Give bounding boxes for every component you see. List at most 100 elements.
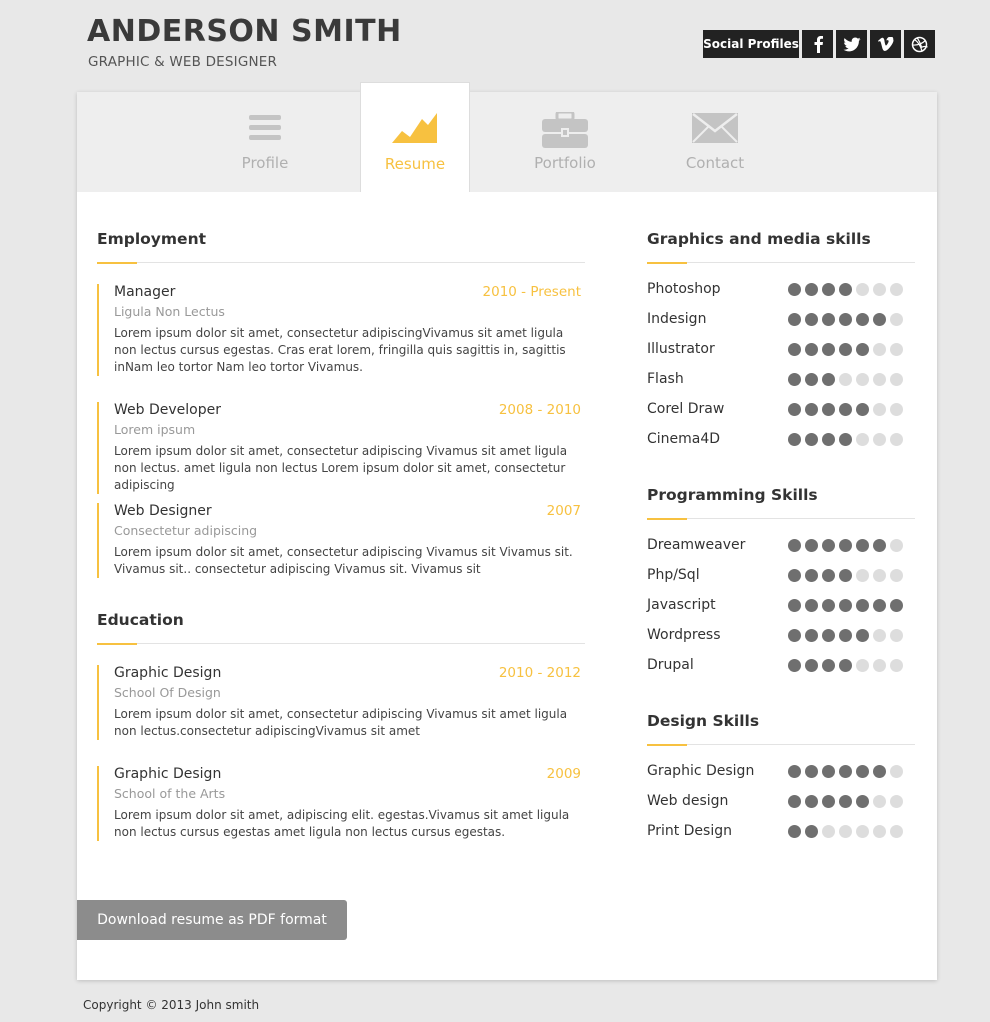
tab-contact[interactable]: Contact — [660, 92, 770, 192]
tab-resume[interactable]: Resume — [360, 82, 470, 192]
rating-dot-filled — [839, 403, 852, 416]
rating-dot-empty — [873, 659, 886, 672]
rating-dot-filled — [856, 539, 869, 552]
rating-dot-filled — [839, 629, 852, 642]
rating-dot-filled — [805, 539, 818, 552]
rating-dot-filled — [839, 765, 852, 778]
skill-rating — [788, 659, 903, 672]
tab-profile[interactable]: Profile — [210, 92, 320, 192]
vimeo-icon[interactable] — [870, 30, 901, 58]
rating-dot-filled — [822, 659, 835, 672]
skill-row: Photoshop — [647, 281, 917, 301]
skill-row: Drupal — [647, 657, 917, 677]
skill-name: Dreamweaver — [647, 537, 746, 553]
skill-row: Print Design — [647, 823, 917, 843]
skill-row: Javascript — [647, 597, 917, 617]
rating-dot-filled — [839, 599, 852, 612]
rating-dot-filled — [822, 373, 835, 386]
skill-rating — [788, 599, 903, 612]
rating-dot-empty — [873, 403, 886, 416]
rating-dot-filled — [839, 433, 852, 446]
rating-dot-filled — [788, 343, 801, 356]
rating-dot-filled — [822, 433, 835, 446]
skill-name: Print Design — [647, 823, 732, 839]
skill-rating — [788, 373, 903, 386]
rating-dot-filled — [822, 313, 835, 326]
skill-name: Illustrator — [647, 341, 715, 357]
rating-dot-empty — [856, 825, 869, 838]
skill-rating — [788, 765, 903, 778]
skill-row: Corel Draw — [647, 401, 917, 421]
skill-rating — [788, 795, 903, 808]
main-nav: Profile Resume Portfolio Contact — [77, 82, 937, 192]
rating-dot-filled — [822, 403, 835, 416]
entry-desc: Lorem ipsum dolor sit amet, consectetur … — [114, 545, 573, 576]
header-title: GRAPHIC & WEB DESIGNER — [88, 54, 278, 70]
entry-desc: Lorem ipsum dolor sit amet, consectetur … — [114, 444, 568, 492]
entry-period: 2010 - Present — [482, 284, 581, 300]
skill-row: Php/Sql — [647, 567, 917, 587]
employment-entry: Web Developer 2008 - 2010 Lorem ipsum Lo… — [97, 402, 585, 494]
rating-dot-filled — [873, 599, 886, 612]
rating-dot-filled — [873, 313, 886, 326]
skill-row: Cinema4D — [647, 431, 917, 451]
rating-dot-empty — [839, 373, 852, 386]
rating-dot-empty — [873, 343, 886, 356]
rating-dot-filled — [788, 569, 801, 582]
skill-name: Flash — [647, 371, 684, 387]
rating-dot-filled — [839, 283, 852, 296]
skill-row: Dreamweaver — [647, 537, 917, 557]
rating-dot-empty — [856, 569, 869, 582]
skill-name: Drupal — [647, 657, 694, 673]
rating-dot-filled — [890, 599, 903, 612]
facebook-icon[interactable] — [802, 30, 833, 58]
rating-dot-filled — [805, 599, 818, 612]
entry-period: 2010 - 2012 — [498, 665, 581, 681]
tab-portfolio[interactable]: Portfolio — [510, 92, 620, 192]
rating-dot-filled — [788, 539, 801, 552]
employment-title: Employment — [97, 230, 207, 248]
header-name: ANDERSON SMITH — [87, 14, 402, 49]
rating-dot-filled — [856, 765, 869, 778]
skills-group-title: Design Skills — [647, 712, 760, 730]
twitter-icon[interactable] — [836, 30, 867, 58]
skill-rating — [788, 569, 903, 582]
skills-divider — [647, 262, 915, 264]
rating-dot-empty — [890, 569, 903, 582]
rating-dot-filled — [856, 795, 869, 808]
rating-dot-empty — [873, 825, 886, 838]
rating-dot-empty — [890, 795, 903, 808]
entry-desc: Lorem ipsum dolor sit amet, consectetur … — [114, 326, 566, 374]
rating-dot-empty — [873, 373, 886, 386]
footer-copyright: Copyright © 2013 John smith — [83, 998, 260, 1012]
skill-row: Indesign — [647, 311, 917, 331]
rating-dot-filled — [788, 599, 801, 612]
rating-dot-filled — [805, 343, 818, 356]
rating-dot-filled — [822, 283, 835, 296]
rating-dot-filled — [788, 403, 801, 416]
tab-portfolio-label: Portfolio — [534, 154, 596, 172]
skill-name: Graphic Design — [647, 763, 755, 779]
rating-dot-filled — [805, 283, 818, 296]
rating-dot-empty — [873, 283, 886, 296]
rating-dot-filled — [839, 659, 852, 672]
skill-rating — [788, 403, 903, 416]
rating-dot-empty — [890, 539, 903, 552]
download-pdf-button[interactable]: Download resume as PDF format — [77, 900, 347, 940]
rating-dot-filled — [788, 659, 801, 672]
rating-dot-empty — [839, 825, 852, 838]
skills-group-title: Graphics and media skills — [647, 230, 871, 248]
skill-name: Javascript — [647, 597, 716, 613]
rating-dot-filled — [805, 795, 818, 808]
rating-dot-empty — [890, 283, 903, 296]
rating-dot-filled — [822, 539, 835, 552]
dribbble-icon[interactable] — [904, 30, 935, 58]
rating-dot-filled — [788, 313, 801, 326]
rating-dot-filled — [805, 825, 818, 838]
rating-dot-empty — [873, 629, 886, 642]
tab-contact-label: Contact — [685, 154, 745, 172]
rating-dot-filled — [822, 599, 835, 612]
rating-dot-filled — [873, 539, 886, 552]
rating-dot-filled — [805, 373, 818, 386]
rating-dot-filled — [805, 433, 818, 446]
